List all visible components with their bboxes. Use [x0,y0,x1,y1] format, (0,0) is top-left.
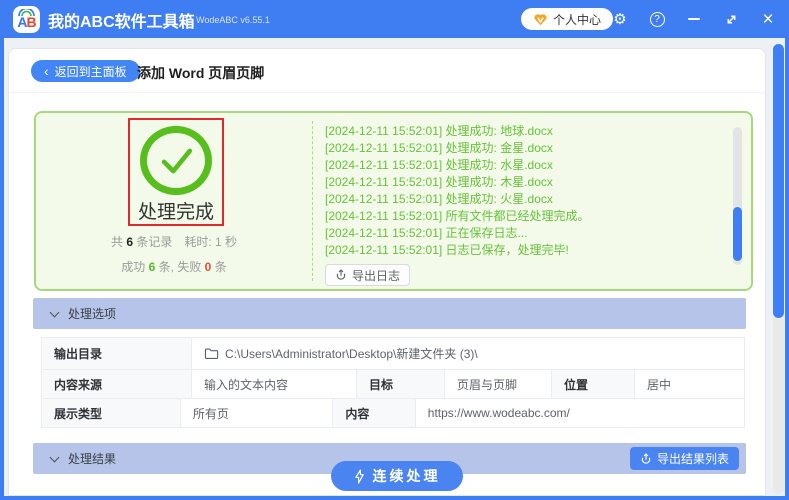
title-bar: AB 我的ABC软件工具箱 WodeABC v6.55.1 个人中心 ⚙ ? × [0,0,789,38]
content-background: ‹ 返回到主面板 添加 Word 页眉页脚 处理完成 共 6 条记录 耗时: 1… [4,38,785,496]
log-line: [2024-12-11 15:52:01] 处理成功: 地球.docx [325,124,553,138]
page-subheader: ‹ 返回到主面板 添加 Word 页眉页脚 [9,49,765,93]
source-value: 输入的文本内容 [192,370,357,398]
chevron-down-icon [49,452,60,462]
user-center-label: 个人中心 [553,12,602,27]
export-log-label: 导出日志 [352,268,401,283]
display-type-value: 所有页 [180,399,334,427]
app-title: 我的ABC软件工具箱 [48,14,195,31]
content-value: https://www.wodeabc.com/ [415,399,744,427]
page-title: 添加 Word 页眉页脚 [137,65,265,81]
continue-processing-label: 连续处理 [372,468,441,484]
position-value: 居中 [635,370,744,398]
result-summary: 处理完成 共 6 条记录 耗时: 1 秒 成功 6 条, 失败 0 条 [36,113,312,289]
log-line: [2024-12-11 15:52:01] 处理成功: 火星.docx [325,192,553,206]
back-button-label: 返回到主面板 [54,64,127,79]
log-scrollbar-thumb[interactable] [733,207,742,261]
user-center-button[interactable]: 个人中心 [521,8,614,30]
results-section-title: 处理结果 [68,452,117,466]
vip-badge-icon [534,13,547,25]
output-dir-value: C:\Users\Administrator\Desktop\新建文件夹 (3)… [192,338,744,369]
app-logo-icon: AB [13,6,40,33]
back-to-main-button[interactable]: ‹ 返回到主面板 [31,60,140,82]
app-version: WodeABC v6.55.1 [196,15,270,25]
annotation-red-box: 处理完成 [128,118,224,226]
logo-letters: AB [17,14,36,30]
log-output: [2024-12-11 15:52:01] 处理成功: 地球.docx [202… [325,123,735,259]
log-line: [2024-12-11 15:52:01] 所有文件都已经处理完成。 [325,209,590,223]
status-text: 处理完成 [137,202,214,223]
position-label: 位置 [552,370,635,398]
result-panel: 处理完成 共 6 条记录 耗时: 1 秒 成功 6 条, 失败 0 条 [202… [34,111,753,291]
record-count-line: 共 6 条记录 耗时: 1 秒 [110,235,238,249]
export-icon [336,269,346,280]
close-button[interactable]: × [756,8,780,30]
log-line: [2024-12-11 15:52:01] 处理成功: 水星.docx [325,158,553,172]
log-line: [2024-12-11 15:52:01] 正在保存日志... [325,226,528,240]
export-result-list-button[interactable]: 导出结果列表 [629,447,739,470]
options-section-title: 处理选项 [68,307,117,321]
export-icon [641,452,651,464]
titlebar-controls: ⚙ ? × [608,8,780,30]
chevron-left-icon: ‹ [44,62,49,79]
export-log-button[interactable]: 导出日志 [325,264,411,286]
window-scrollbar[interactable] [773,44,784,494]
success-check-icon [140,126,212,195]
main-panel: ‹ 返回到主面板 添加 Word 页眉页脚 处理完成 共 6 条记录 耗时: 1… [8,48,766,496]
log-line: [2024-12-11 15:52:01] 处理成功: 木星.docx [325,175,553,189]
settings-gear-icon[interactable]: ⚙ [608,8,632,30]
chevron-down-icon [49,307,60,317]
export-result-list-label: 导出结果列表 [656,452,729,466]
window-scrollbar-thumb[interactable] [773,44,784,318]
section-options-header[interactable]: 处理选项 [33,298,746,329]
log-line: [2024-12-11 15:52:01] 处理成功: 金星.docx [325,141,553,155]
table-row: 展示类型 所有页 内容 https://www.wodeabc.com/ [42,399,744,428]
target-label: 目标 [357,370,445,398]
source-label: 内容来源 [42,370,192,398]
log-line: [2024-12-11 15:52:01] 日志已保存，处理完毕! [325,243,569,257]
lightning-icon [354,468,364,484]
minimize-button[interactable] [682,8,706,30]
table-row: 输出目录 C:\Users\Administrator\Desktop\新建文件… [42,338,744,370]
app-window: AB 我的ABC软件工具箱 WodeABC v6.55.1 个人中心 ⚙ ? × [0,0,789,500]
continue-processing-button[interactable]: 连续处理 [331,461,463,491]
table-row: 内容来源 输入的文本内容 目标 页眉与页脚 位置 居中 [42,370,744,399]
target-value: 页眉与页脚 [445,370,552,398]
log-scrollbar[interactable] [733,127,742,265]
maximize-button[interactable] [719,8,743,30]
output-dir-label: 输出目录 [42,338,192,369]
success-fail-line: 成功 6 条, 失败 0 条 [121,260,227,274]
folder-icon [204,348,219,359]
content-label: 内容 [333,399,416,427]
options-table: 输出目录 C:\Users\Administrator\Desktop\新建文件… [41,337,745,428]
help-icon[interactable]: ? [645,8,669,30]
panel-divider [312,121,313,281]
display-type-label: 展示类型 [42,399,181,427]
